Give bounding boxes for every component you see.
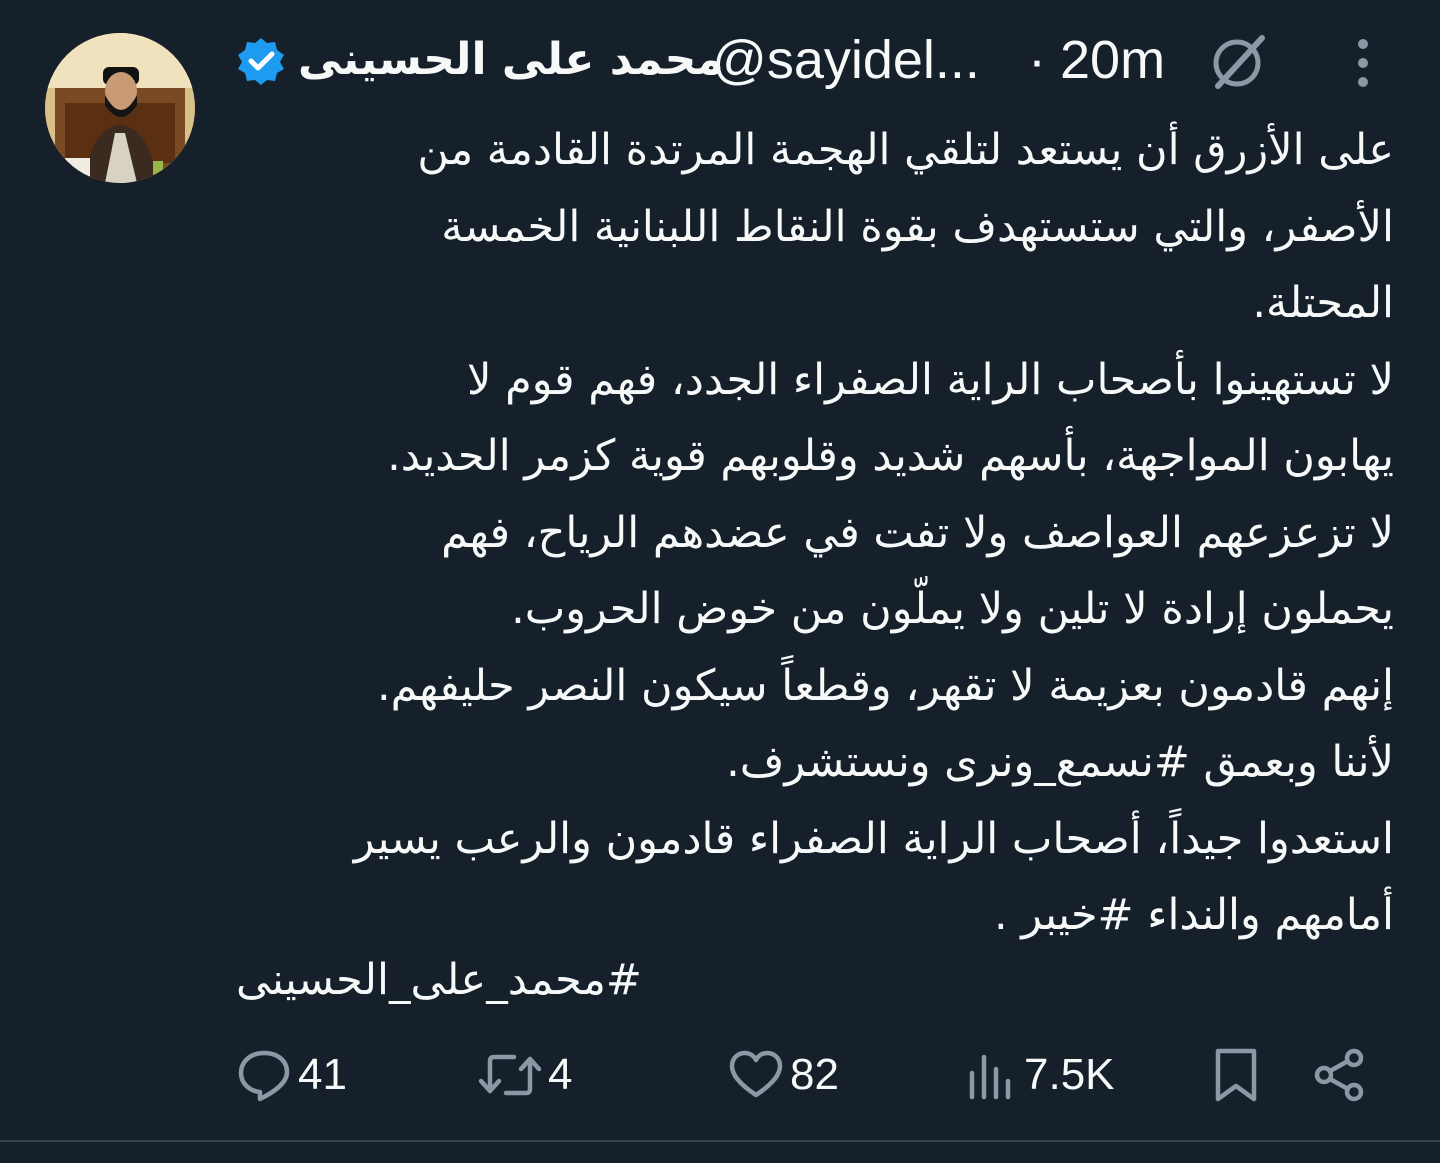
grok-icon[interactable] [1208, 30, 1270, 92]
views-button[interactable]: 7.5K [966, 1040, 1115, 1110]
profile-photo [45, 33, 195, 183]
verified-badge-icon[interactable] [236, 36, 286, 86]
tweet[interactable]: محمد على الحسينى @sayidel... · 20m على ا… [0, 0, 1440, 1142]
user-handle[interactable]: @sayidel... [712, 30, 980, 90]
tweet-header: محمد على الحسينى @sayidel... · 20m [230, 28, 1380, 92]
retweet-icon [478, 1054, 542, 1096]
tweet-text: على الأزرق أن يستعد لتلقي الهجمة المرتدة… [234, 112, 1394, 954]
reply-button[interactable]: 41 [236, 1040, 347, 1110]
tweet-line: لا تزعزعهم العواصف ولا تفت في عضدهم الري… [441, 507, 1394, 558]
tweet-line: إنهم قادمون بعزيمة لا تقهر، وقطعاً سيكون… [377, 660, 1394, 711]
display-name[interactable]: محمد على الحسينى [298, 30, 724, 90]
hashtag-signature[interactable]: #محمد_على_الحسينى [236, 942, 642, 1018]
tweet-line: استعدوا جيداً، أصحاب الراية الصفراء قادم… [353, 813, 1394, 864]
separator: · [1028, 30, 1046, 90]
retweet-button[interactable]: 4 [478, 1040, 572, 1110]
tweet-line: لأننا وبعمق #نسمع_ونرى ونستشرف. [726, 737, 1394, 787]
bookmark-icon [1215, 1048, 1257, 1102]
tweet-line: يحملون إرادة لا تلين ولا يملّون من خوض ا… [511, 584, 1394, 634]
reply-count: 41 [298, 1050, 347, 1099]
tweet-line: لا تستهينوا بأصحاب الراية الصفراء الجدد،… [466, 354, 1394, 405]
retweet-count: 4 [548, 1050, 573, 1099]
avatar[interactable] [45, 33, 195, 183]
action-bar: 41 4 82 7.5K [0, 1040, 1440, 1110]
heart-icon [729, 1050, 783, 1098]
tweet-line: المحتلة. [1252, 278, 1394, 328]
tweet-line: على الأزرق أن يستعد لتلقي الهجمة المرتدة… [417, 125, 1394, 175]
views-icon [969, 1054, 1011, 1100]
share-button[interactable] [1312, 1040, 1368, 1110]
like-count: 82 [790, 1050, 839, 1099]
share-icon [1314, 1048, 1364, 1102]
timestamp[interactable]: 20m [1060, 30, 1165, 90]
reply-icon [238, 1050, 290, 1102]
divider [0, 1140, 1440, 1142]
bookmark-button[interactable] [1210, 1040, 1262, 1110]
tweet-line: يهابون المواجهة، بأسهم شديد وقلوبهم قوية… [387, 431, 1394, 481]
more-vertical-icon[interactable] [1348, 36, 1378, 90]
views-count: 7.5K [1024, 1050, 1115, 1099]
tweet-line: الأصفر، والتي ستستهدف بقوة النقاط اللبنا… [441, 201, 1394, 252]
like-button[interactable]: 82 [728, 1040, 839, 1110]
